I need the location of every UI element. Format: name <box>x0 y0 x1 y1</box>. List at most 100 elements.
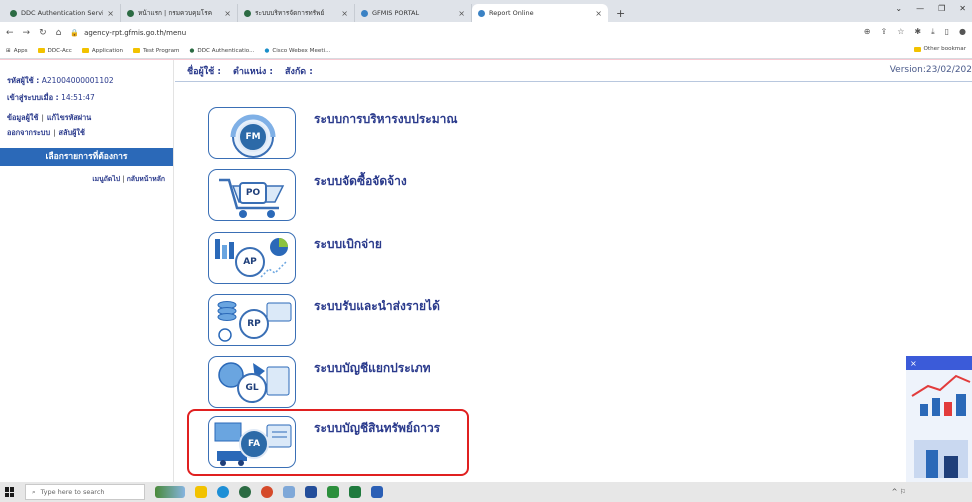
change-password-link[interactable]: แก้ไขรหัสผ่าน <box>47 113 91 122</box>
file-explorer-icon[interactable] <box>195 486 207 498</box>
menu-item-rp[interactable]: RP ระบบรับและนำส่งรายได้ <box>208 294 638 356</box>
browser-tab[interactable]: ระบบบริหารจัดการทรัพย์ × <box>238 4 355 22</box>
gl-badge: GL <box>237 373 267 403</box>
close-promo-icon: × <box>910 359 917 368</box>
chrome-icon[interactable] <box>239 486 251 498</box>
reload-icon[interactable]: ↻ <box>39 28 47 38</box>
folder-icon <box>81 48 89 53</box>
share-icon[interactable]: ⇪ <box>880 27 887 37</box>
profile-icon[interactable]: ● <box>959 27 966 37</box>
main-menu-link[interactable]: กลับหน้าหลัก <box>127 175 165 183</box>
system-tray-icon[interactable]: ^ ⚐ <box>892 488 906 496</box>
extensions-icon[interactable]: ✱ <box>914 27 921 37</box>
close-tab-icon[interactable]: × <box>341 9 348 18</box>
promo-widget: × <box>906 356 972 482</box>
site-favicon-icon <box>478 9 485 17</box>
outlook-icon[interactable] <box>305 486 317 498</box>
apps-grid-icon: ⊞ <box>6 47 11 54</box>
browser-tab[interactable]: GFMIS PORTAL × <box>355 4 472 22</box>
minimize-icon[interactable]: — <box>916 4 924 13</box>
logout-link[interactable]: ออกจากระบบ <box>7 128 50 137</box>
switch-user-link[interactable]: สลับผู้ใช้ <box>59 128 85 137</box>
other-bookmarks[interactable]: Other bookmar <box>913 46 966 52</box>
folder-icon <box>913 46 921 52</box>
bookmark-star-icon[interactable]: ☆ <box>897 27 904 37</box>
close-tab-icon[interactable]: × <box>224 9 231 18</box>
browser-tab[interactable]: DDC Authentication Services× <box>4 4 121 22</box>
menu-item-fm[interactable]: FM ระบบการบริหารงบประมาณ <box>208 107 638 169</box>
menu-label-fm[interactable]: ระบบการบริหารงบประมาณ <box>314 110 458 129</box>
browser-tab-bar: DDC Authentication Services× หน้าแรก | ก… <box>0 0 972 22</box>
bookmark-apps[interactable]: ⊞ Apps <box>6 48 28 54</box>
back-icon[interactable]: ← <box>6 28 14 38</box>
user-info-link[interactable]: ข้อมูลผู้ใช้ <box>7 113 38 122</box>
line-icon[interactable] <box>327 486 339 498</box>
rp-badge: RP <box>239 309 269 339</box>
toolbar-icons: ⊕ ⇪ ☆ ✱ ⤓ ▯ ● <box>864 27 966 37</box>
menu-label-gl[interactable]: ระบบบัญชีแยกประเภท <box>314 359 431 378</box>
menu-item-ap[interactable]: AP ระบบเบิกจ่าย <box>208 232 638 294</box>
menu-label-po[interactable]: ระบบจัดซื้อจัดจ้าง <box>314 172 407 191</box>
browser-tab[interactable]: หน้าแรก | กรมควบคุมโรค × <box>121 4 238 22</box>
search-icon: ⌕ <box>32 487 36 496</box>
bookmark-link[interactable]: ● DDC Authenticatio... <box>190 48 255 54</box>
bookmark-folder[interactable]: Test Program <box>133 48 180 54</box>
po-cart-icon[interactable]: PO <box>208 169 296 221</box>
window-controls: ⌄ — ❐ ✕ <box>895 4 966 13</box>
ap-chart-icon[interactable]: AP <box>208 232 296 284</box>
user-info: รหัสผู้ใช้ : A21004000001102 เข้าสู่ระบบ… <box>7 76 114 102</box>
url-field[interactable]: 🔒 agency-rpt.gfmis.go.th/menu <box>70 29 186 37</box>
choose-heading: เลือกรายการที่ต้องการ <box>0 148 173 166</box>
user-links: ข้อมูลผู้ใช้ | แก้ไขรหัสผ่าน ออกจากระบบ | สล… <box>7 113 92 137</box>
site-favicon-icon <box>361 9 368 17</box>
promo-graphic: × <box>906 356 972 482</box>
bookmark-link[interactable]: ● Cisco Webex Meeti... <box>264 48 330 54</box>
close-window-icon[interactable]: ✕ <box>959 4 966 13</box>
forward-icon[interactable]: → <box>23 28 31 38</box>
app-icon[interactable] <box>283 486 295 498</box>
sidebar-nav: เมนูถัดไป | กลับหน้าหลัก <box>92 175 165 183</box>
tab-search-icon[interactable]: ⌄ <box>895 4 902 13</box>
browser-tab-active[interactable]: Report Online × <box>472 4 608 22</box>
taskbar-search[interactable]: ⌕ Type here to search <box>25 484 145 500</box>
excel-icon[interactable] <box>349 486 361 498</box>
site-favicon-icon <box>127 9 134 17</box>
taskbar: ⌕ Type here to search ^ ⚐ <box>0 482 972 502</box>
user-topbar: ชื่อผู้ใช้ : ตำแหน่ง : สังกัด : Version:… <box>175 60 972 82</box>
sidebar: รหัสผู้ใช้ : A21004000001102 เข้าสู่ระบบ… <box>0 60 174 482</box>
bookmark-folder[interactable]: Application <box>81 48 123 54</box>
menu-label-ap[interactable]: ระบบเบิกจ่าย <box>314 235 382 254</box>
next-menu-link[interactable]: เมนูถัดไป <box>92 175 120 183</box>
site-favicon-icon: ● <box>189 47 195 54</box>
weather-widget-icon[interactable] <box>155 486 185 498</box>
close-tab-icon[interactable]: × <box>107 9 114 18</box>
fm-budget-icon[interactable]: FM <box>208 107 296 159</box>
edge-icon[interactable] <box>217 486 229 498</box>
site-favicon-icon <box>244 9 251 17</box>
po-badge: PO <box>239 182 267 204</box>
position-label: ตำแหน่ง : <box>233 66 273 77</box>
site-favicon-icon <box>10 9 17 17</box>
chrome-alt-icon[interactable] <box>261 486 273 498</box>
gl-ledger-icon[interactable]: GL <box>208 356 296 408</box>
affiliation-label: สังกัด : <box>284 66 313 77</box>
word-icon[interactable] <box>371 486 383 498</box>
address-bar: ← → ↻ ⌂ 🔒 agency-rpt.gfmis.go.th/menu ⊕ … <box>0 22 972 43</box>
close-tab-icon[interactable]: × <box>458 9 465 18</box>
home-icon[interactable]: ⌂ <box>56 28 62 38</box>
menu-item-po[interactable]: PO ระบบจัดซื้อจัดจ้าง <box>208 169 638 231</box>
fm-badge: FM <box>238 122 268 152</box>
ap-badge: AP <box>235 247 265 277</box>
menu-label-rp[interactable]: ระบบรับและนำส่งรายได้ <box>314 297 440 316</box>
sidepanel-icon[interactable]: ▯ <box>945 27 949 37</box>
bookmark-folder[interactable]: DDC-Acc <box>37 48 72 54</box>
version-text: Version:23/02/202 <box>889 65 972 75</box>
windows-start-icon[interactable] <box>5 487 15 497</box>
zoom-icon[interactable]: ⊕ <box>864 27 871 37</box>
new-tab-button[interactable]: + <box>608 4 633 22</box>
close-tab-icon[interactable]: × <box>595 9 602 18</box>
rp-coins-icon[interactable]: RP <box>208 294 296 346</box>
webex-icon: ● <box>264 47 270 54</box>
download-icon[interactable]: ⤓ <box>931 27 935 37</box>
maximize-icon[interactable]: ❐ <box>938 4 945 13</box>
